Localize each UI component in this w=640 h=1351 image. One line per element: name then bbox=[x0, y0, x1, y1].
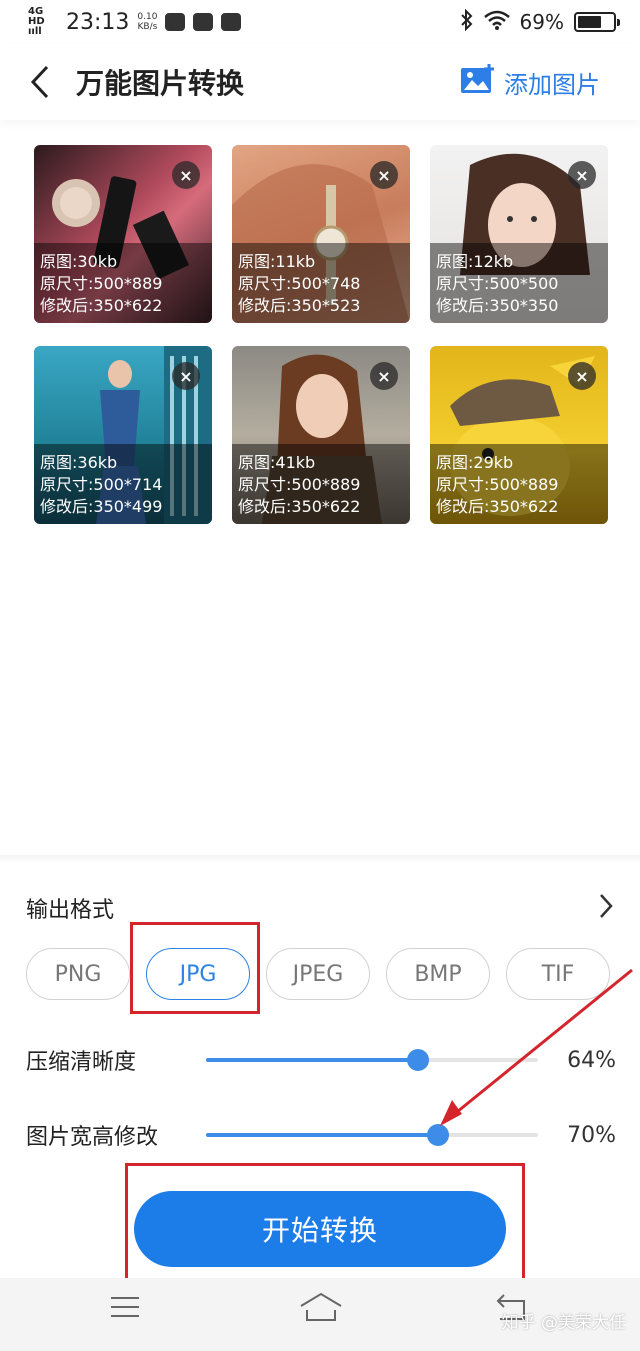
resize-slider-fill bbox=[206, 1133, 439, 1137]
modified-dimensions: 修改后:350*622 bbox=[40, 296, 163, 315]
image-info: 原图:36kb 原尺寸:500*714 修改后:350*499 bbox=[34, 444, 212, 524]
modified-dimensions: 修改后:350*622 bbox=[436, 497, 559, 516]
image-info: 原图:11kb 原尺寸:500*748 修改后:350*523 bbox=[232, 243, 410, 323]
start-conversion-button[interactable]: 开始转换 bbox=[134, 1191, 506, 1267]
image-card[interactable]: × 原图:41kb 原尺寸:500*889 修改后:350*622 bbox=[232, 346, 410, 524]
modified-dimensions: 修改后:350*350 bbox=[436, 296, 559, 315]
battery-percent: 69% bbox=[519, 10, 564, 34]
network-indicator: 4G HD ııll bbox=[28, 7, 58, 37]
gallery-notification-icon bbox=[221, 13, 242, 31]
image-card[interactable]: × 原图:30kb 原尺寸:500*889 修改后:350*622 bbox=[34, 145, 212, 323]
original-size: 原图:29kb bbox=[436, 453, 514, 472]
remove-image-button[interactable]: × bbox=[568, 161, 596, 189]
remove-image-button[interactable]: × bbox=[172, 161, 200, 189]
format-option-jpeg[interactable]: JPEG bbox=[266, 948, 370, 1000]
compression-value: 64% bbox=[567, 1047, 616, 1073]
output-format-label: 输出格式 bbox=[26, 898, 115, 923]
original-dimensions: 原尺寸:500*889 bbox=[40, 274, 163, 293]
chevron-right-icon[interactable] bbox=[598, 892, 614, 924]
watermark: 知乎 @美荣大任 bbox=[501, 1313, 626, 1333]
clock: 23:13 bbox=[66, 9, 130, 35]
compression-slider[interactable] bbox=[206, 1049, 538, 1071]
add-image-button[interactable]: 添加图片 bbox=[460, 63, 600, 101]
menu-icon[interactable] bbox=[108, 1292, 142, 1326]
resize-value: 70% bbox=[567, 1122, 616, 1148]
original-size: 原图:41kb bbox=[238, 453, 316, 472]
back-icon[interactable] bbox=[10, 44, 70, 120]
original-size: 原图:12kb bbox=[436, 252, 514, 271]
app-notification-icon bbox=[165, 13, 186, 31]
compression-slider-fill bbox=[206, 1058, 419, 1062]
home-icon[interactable] bbox=[298, 1292, 344, 1326]
panel-divider bbox=[0, 855, 640, 863]
remove-image-button[interactable]: × bbox=[370, 161, 398, 189]
compression-slider-handle[interactable] bbox=[407, 1049, 430, 1071]
image-info: 原图:41kb 原尺寸:500*889 修改后:350*622 bbox=[232, 444, 410, 524]
status-bar: 4G HD ııll 23:13 0.10 KB/s 69% bbox=[0, 0, 640, 44]
network-label: 4G HD bbox=[28, 6, 45, 27]
original-size: 原图:11kb bbox=[238, 252, 316, 271]
annotation-box-format bbox=[130, 922, 260, 1014]
compression-label: 压缩清晰度 bbox=[26, 1050, 137, 1075]
image-info: 原图:30kb 原尺寸:500*889 修改后:350*622 bbox=[34, 243, 212, 323]
compression-slider-row: 压缩清晰度 64% bbox=[26, 1040, 616, 1080]
original-dimensions: 原尺寸:500*748 bbox=[238, 274, 361, 293]
remove-image-button[interactable]: × bbox=[172, 362, 200, 390]
resize-label: 图片宽高修改 bbox=[26, 1125, 159, 1150]
image-info: 原图:29kb 原尺寸:500*889 修改后:350*622 bbox=[430, 444, 608, 524]
resize-slider[interactable] bbox=[206, 1124, 538, 1146]
network-speed: 0.10 KB/s bbox=[137, 12, 157, 32]
image-grid: × 原图:30kb 原尺寸:500*889 修改后:350*622 × 原图:1… bbox=[34, 145, 608, 524]
image-card[interactable]: × 原图:29kb 原尺寸:500*889 修改后:350*622 bbox=[430, 346, 608, 524]
speed-value: 0.10 bbox=[137, 12, 158, 22]
add-image-label: 添加图片 bbox=[504, 70, 600, 99]
original-dimensions: 原尺寸:500*714 bbox=[40, 475, 163, 494]
format-option-tif[interactable]: TIF bbox=[506, 948, 610, 1000]
image-info: 原图:12kb 原尺寸:500*500 修改后:350*350 bbox=[430, 243, 608, 323]
output-format-row[interactable]: 输出格式 bbox=[26, 892, 614, 924]
remove-image-button[interactable]: × bbox=[370, 362, 398, 390]
page-title: 万能图片转换 bbox=[76, 67, 245, 100]
resize-slider-row: 图片宽高修改 70% bbox=[26, 1115, 616, 1155]
remove-image-button[interactable]: × bbox=[568, 362, 596, 390]
add-image-icon bbox=[460, 63, 496, 101]
modified-dimensions: 修改后:350*499 bbox=[40, 497, 163, 516]
resize-slider-handle[interactable] bbox=[427, 1124, 450, 1146]
bluetooth-icon bbox=[460, 8, 474, 36]
speed-unit: KB/s bbox=[137, 22, 158, 32]
image-card[interactable]: × 原图:12kb 原尺寸:500*500 修改后:350*350 bbox=[430, 145, 608, 323]
message-notification-icon bbox=[193, 13, 214, 31]
image-card[interactable]: × 原图:36kb 原尺寸:500*714 修改后:350*499 bbox=[34, 346, 212, 524]
original-dimensions: 原尺寸:500*500 bbox=[436, 274, 559, 293]
wifi-icon bbox=[483, 10, 510, 35]
original-dimensions: 原尺寸:500*889 bbox=[436, 475, 559, 494]
modified-dimensions: 修改后:350*622 bbox=[238, 497, 361, 516]
original-dimensions: 原尺寸:500*889 bbox=[238, 475, 361, 494]
app-header: 万能图片转换 添加图片 bbox=[0, 44, 640, 120]
format-options: PNG JPG JPEG BMP TIF bbox=[26, 948, 640, 1002]
modified-dimensions: 修改后:350*523 bbox=[238, 296, 361, 315]
original-size: 原图:36kb bbox=[40, 453, 118, 472]
image-card[interactable]: × 原图:11kb 原尺寸:500*748 修改后:350*523 bbox=[232, 145, 410, 323]
battery-icon bbox=[574, 12, 620, 32]
original-size: 原图:30kb bbox=[40, 252, 118, 271]
system-nav-bar: 知乎 @美荣大任 bbox=[0, 1278, 640, 1351]
format-option-bmp[interactable]: BMP bbox=[386, 948, 490, 1000]
signal-icon: ııll bbox=[28, 26, 42, 37]
format-option-png[interactable]: PNG bbox=[26, 948, 130, 1000]
